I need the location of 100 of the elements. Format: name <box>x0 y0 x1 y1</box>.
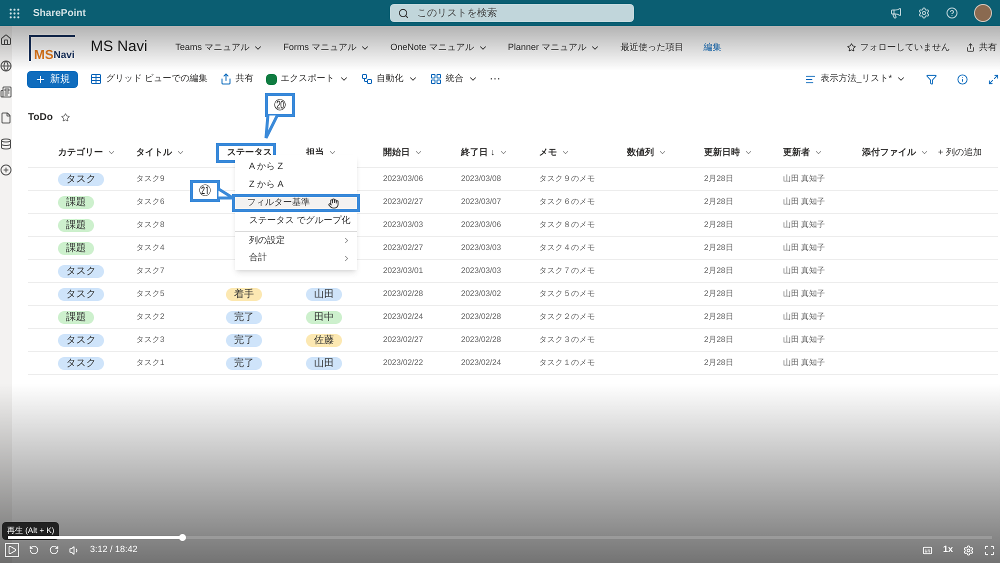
column-header[interactable]: メモ <box>539 146 627 160</box>
table-cell-text: 2月28日 <box>704 288 734 300</box>
command-button[interactable]: 共有 <box>220 72 254 86</box>
favorite-icon[interactable] <box>60 112 70 122</box>
table-cell-text: 2023/02/28 <box>461 311 502 323</box>
plus-icon <box>35 74 46 84</box>
callout: ⑳ <box>265 93 295 117</box>
command-button[interactable]: エクスポート <box>266 72 349 86</box>
tag: 田中 <box>306 310 342 324</box>
globe-icon[interactable] <box>0 60 12 72</box>
tag: タスク <box>58 264 104 278</box>
tag: 佐藤 <box>306 334 342 346</box>
play-button[interactable] <box>5 543 19 557</box>
add-icon[interactable] <box>0 164 12 176</box>
grid-icon <box>90 73 102 85</box>
table-cell-text: 山田 真知子 <box>783 196 826 208</box>
fullscreen-icon[interactable] <box>984 544 995 556</box>
menu-item[interactable]: Z から A <box>235 176 357 194</box>
table-cell-text: タスク6 <box>136 196 166 208</box>
settings-icon[interactable] <box>963 544 974 556</box>
table-cell-text: タスク9 <box>136 173 166 185</box>
help-icon[interactable] <box>946 7 958 19</box>
chevron-icon <box>176 148 185 157</box>
table-cell-text: 2023/03/06 <box>383 173 424 185</box>
nav-link[interactable]: Planner マニュアル <box>508 40 600 54</box>
command-button[interactable]: 統合 <box>430 72 478 86</box>
command-button[interactable]: グリッド ビューでの編集 <box>90 72 208 86</box>
expand-icon[interactable] <box>988 74 999 84</box>
table-cell-text: タスク４のメモ <box>539 242 596 254</box>
table-cell-text: 2023/03/03 <box>461 242 502 254</box>
app-launcher-icon[interactable] <box>8 6 21 20</box>
table-cell-text: 山田 真知子 <box>783 311 826 323</box>
time-display: 3:12 / 18:42 <box>90 543 138 556</box>
progress-thumb[interactable] <box>179 534 186 541</box>
info-icon[interactable] <box>957 74 968 84</box>
tag: 完了 <box>226 356 262 370</box>
site-logo[interactable]: MSNavi <box>29 34 75 60</box>
site-title[interactable]: MS Navi <box>90 36 148 59</box>
hand-cursor-icon <box>328 198 339 208</box>
edit-link[interactable]: 編集 <box>703 40 722 54</box>
table-cell-text: 山田 真知子 <box>783 334 826 346</box>
app-name[interactable]: SharePoint <box>33 6 353 20</box>
chevron-icon <box>107 148 116 157</box>
view-selector[interactable]: 表示方法_リスト* <box>805 72 906 86</box>
table-cell-text: タスク2 <box>136 311 166 323</box>
follow-link[interactable]: フォローしていません <box>860 40 950 54</box>
news-icon[interactable] <box>0 86 12 98</box>
table-cell-text: タスク５のメモ <box>539 288 596 300</box>
menu-item[interactable]: フィルター基準 <box>232 194 360 212</box>
column-header[interactable]: 数値列 <box>627 146 704 160</box>
file-icon[interactable] <box>0 112 12 124</box>
nav-link[interactable]: Forms マニュアル <box>283 40 370 54</box>
column-header[interactable]: 更新日時 <box>704 146 783 160</box>
menu-item[interactable]: 列の設定 <box>235 231 357 249</box>
volume-icon[interactable] <box>69 544 80 556</box>
home-icon[interactable] <box>0 34 12 46</box>
star-icon <box>847 43 856 52</box>
search-field[interactable]: このリストを検索 <box>390 4 634 22</box>
column-header[interactable]: カテゴリー <box>58 146 136 160</box>
menu-item[interactable]: 合計 <box>235 249 357 267</box>
speed-button[interactable]: 1x <box>942 543 953 557</box>
chevron-icon <box>499 148 508 157</box>
flow-icon <box>360 73 373 85</box>
column-header[interactable]: 開始日 <box>383 146 461 160</box>
table-cell-text: タスク7 <box>136 265 166 277</box>
avatar[interactable] <box>974 4 992 22</box>
nav-link[interactable]: Teams マニュアル <box>175 40 264 54</box>
add-column-button[interactable]: + 列の追加 <box>938 146 998 160</box>
more-button[interactable]: ⋯ <box>490 70 501 88</box>
table-cell-text: 2023/03/06 <box>461 219 502 231</box>
column-header[interactable]: 終了日 ↓ <box>461 146 539 160</box>
table-cell-text: タスク4 <box>136 242 166 254</box>
chevron-icon <box>414 148 423 157</box>
nav-link[interactable]: 最近使った項目 <box>620 40 684 54</box>
table-cell-text: タスク1 <box>136 357 166 369</box>
table-cell-text: 山田 真知子 <box>783 173 826 185</box>
column-header[interactable]: 更新者 <box>783 146 862 160</box>
captions-icon[interactable] <box>922 544 933 556</box>
filter-icon[interactable] <box>926 74 937 84</box>
menu-item[interactable]: ステータス でグループ化 <box>235 212 357 230</box>
table-cell-text: タスク３のメモ <box>539 334 596 346</box>
share-icon <box>966 43 975 52</box>
command-button[interactable]: 自動化 <box>360 72 418 86</box>
rewind-icon[interactable] <box>29 545 39 555</box>
forward-icon[interactable] <box>49 545 59 555</box>
megaphone-icon[interactable] <box>890 7 902 19</box>
table-cell-text: 2023/02/28 <box>461 334 502 346</box>
table-cell-text: 2月28日 <box>704 219 734 231</box>
settings-icon[interactable] <box>918 7 930 19</box>
apps-icon <box>430 73 442 85</box>
share-icon <box>220 73 232 85</box>
table-cell-text: 山田 真知子 <box>783 265 826 277</box>
tag: 完了 <box>226 334 262 346</box>
nav-link[interactable]: OneNote マニュアル <box>390 40 488 54</box>
share-link[interactable]: 共有 <box>979 40 997 54</box>
database-icon[interactable] <box>0 138 12 150</box>
search-placeholder: このリストを検索 <box>417 6 497 20</box>
new-button[interactable]: 新規 <box>27 70 78 88</box>
column-header[interactable]: 添付ファイル <box>862 146 938 160</box>
list-icon <box>805 74 816 84</box>
